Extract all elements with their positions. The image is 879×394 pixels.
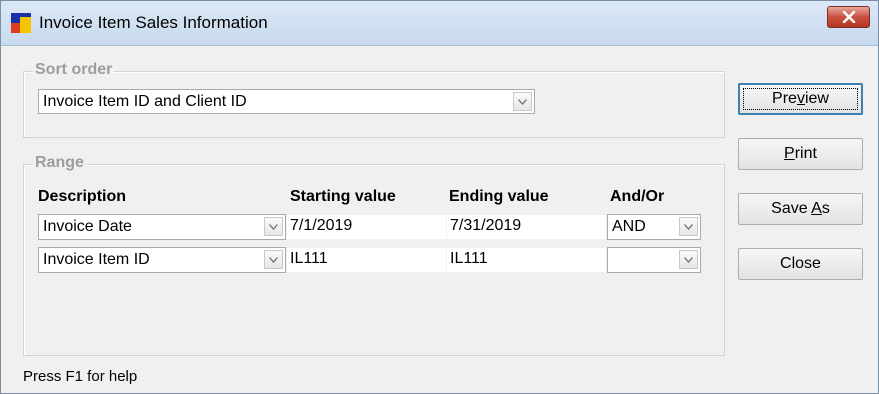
range-row-2-and-or-dropdown[interactable] bbox=[607, 247, 701, 273]
range-row-2-ending-value[interactable]: IL111 bbox=[447, 248, 606, 272]
range-row-1-ending-value[interactable]: 7/31/2019 bbox=[447, 215, 606, 239]
range-row-1-and-or: AND bbox=[612, 218, 646, 235]
dialog-window: Invoice Item Sales Information Sort orde… bbox=[0, 0, 879, 394]
sort-order-legend: Sort order bbox=[33, 61, 115, 79]
close-label: Close bbox=[780, 255, 821, 272]
print-button[interactable]: Print bbox=[738, 138, 863, 170]
preview-button[interactable]: Preview bbox=[738, 83, 863, 115]
ending-value-header: Ending value bbox=[449, 188, 549, 205]
description-header: Description bbox=[38, 188, 127, 205]
range-row-1-and-or-dropdown[interactable]: AND bbox=[607, 214, 701, 240]
status-text: Press F1 for help bbox=[23, 368, 138, 385]
sort-order-dropdown[interactable]: Invoice Item ID and Client ID bbox=[38, 89, 535, 114]
chevron-down-icon[interactable] bbox=[264, 217, 283, 236]
range-row-2-description-dropdown[interactable]: Invoice Item ID bbox=[38, 247, 286, 273]
and-or-header: And/Or bbox=[610, 188, 665, 205]
range-row-1-description-dropdown[interactable]: Invoice Date bbox=[38, 214, 286, 240]
close-window-button[interactable] bbox=[827, 6, 870, 28]
title-bar[interactable]: Invoice Item Sales Information bbox=[1, 1, 878, 46]
starting-value-header: Starting value bbox=[290, 188, 396, 205]
range-row-2-starting-value[interactable]: IL111 bbox=[287, 248, 446, 272]
chevron-down-icon[interactable] bbox=[513, 92, 532, 111]
range-row-1-starting-value[interactable]: 7/1/2019 bbox=[287, 215, 446, 239]
range-row-1-description: Invoice Date bbox=[43, 218, 132, 235]
range-row-2-description: Invoice Item ID bbox=[43, 251, 150, 268]
window-title: Invoice Item Sales Information bbox=[39, 13, 268, 32]
print-label-post: rint bbox=[794, 145, 817, 162]
print-label-accesskey: P bbox=[784, 145, 795, 162]
app-icon bbox=[11, 13, 31, 33]
close-icon bbox=[842, 11, 856, 23]
save-as-label-accesskey: A bbox=[811, 200, 822, 217]
focus-rectangle bbox=[743, 88, 858, 110]
sort-order-value: Invoice Item ID and Client ID bbox=[43, 93, 247, 110]
close-button[interactable]: Close bbox=[738, 248, 863, 280]
chevron-down-icon[interactable] bbox=[264, 250, 283, 269]
range-legend: Range bbox=[33, 154, 86, 172]
chevron-down-icon[interactable] bbox=[679, 250, 698, 269]
save-as-label-pre: Save bbox=[771, 200, 812, 217]
chevron-down-icon[interactable] bbox=[679, 217, 698, 236]
save-as-label-post: s bbox=[821, 200, 830, 217]
save-as-button[interactable]: Save As bbox=[738, 193, 863, 225]
